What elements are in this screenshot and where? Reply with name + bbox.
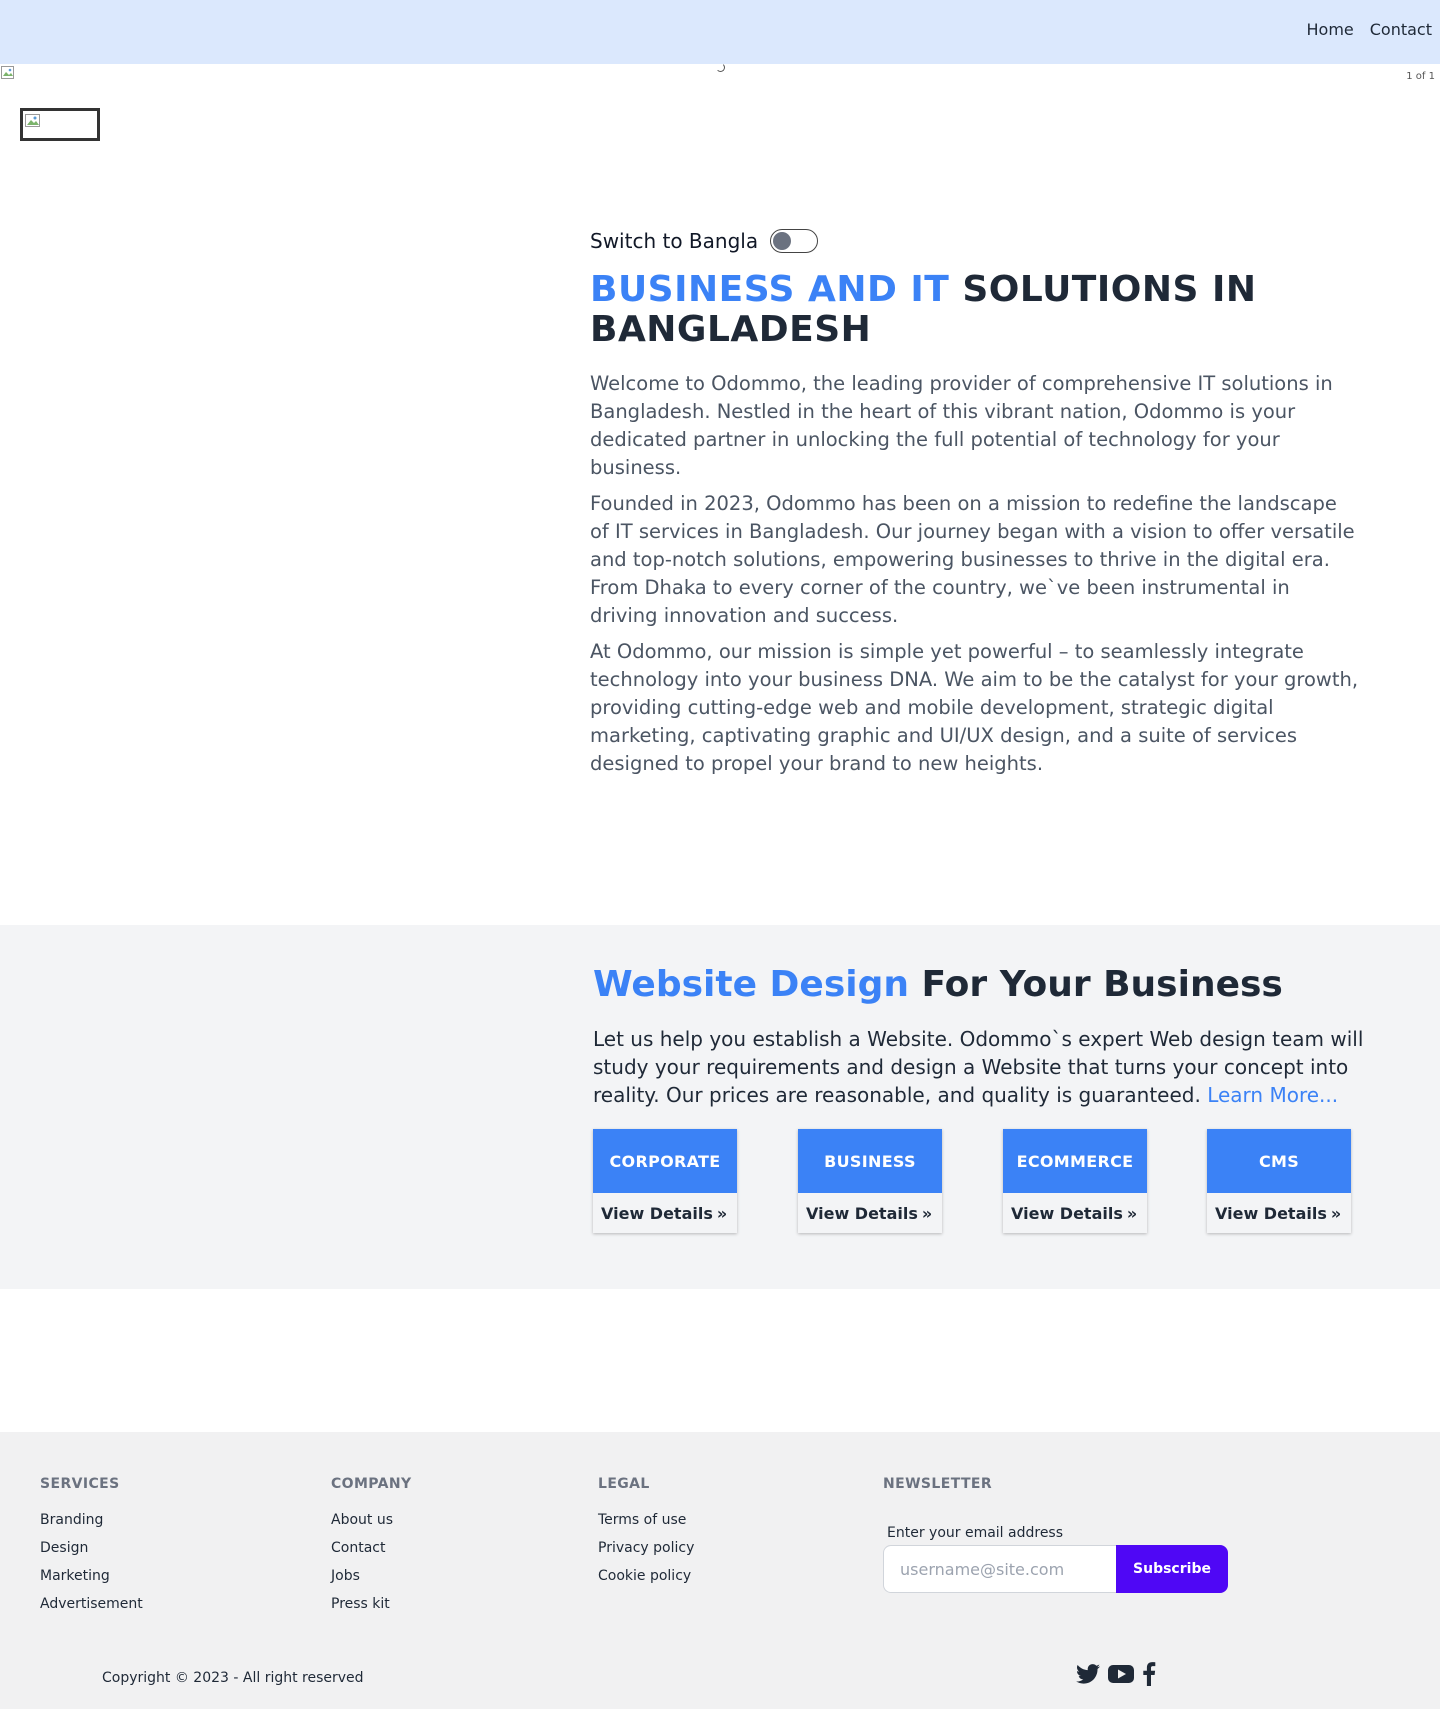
- footer-link-privacy[interactable]: Privacy policy: [598, 1538, 694, 1566]
- chevron-right-icon: »: [921, 1203, 933, 1223]
- hero-paragraph: Welcome to Odommo, the leading provider …: [590, 372, 1333, 479]
- nav-home-link[interactable]: Home: [1307, 20, 1354, 39]
- website-design-section: Website Design For Your Business Let us …: [0, 925, 1440, 1289]
- language-switch-row: Switch to Bangla: [590, 226, 1360, 256]
- twitter-icon[interactable]: [1076, 1664, 1100, 1688]
- learn-more-link[interactable]: Learn More...: [1207, 1083, 1338, 1107]
- footer-link-cookie[interactable]: Cookie policy: [598, 1566, 694, 1594]
- package-card-title: BUSINESS: [798, 1129, 942, 1193]
- facebook-icon[interactable]: [1142, 1662, 1156, 1690]
- broken-image-icon: [25, 113, 41, 127]
- view-details-label: View Details: [806, 1203, 918, 1223]
- hero-title-accent: BUSINESS AND IT: [590, 269, 950, 310]
- package-card-cms[interactable]: CMS View Details»: [1207, 1129, 1351, 1233]
- footer-link-about[interactable]: About us: [331, 1510, 412, 1538]
- footer-company-column: COMPANY About us Contact Jobs Press kit: [331, 1476, 412, 1622]
- footer-link-contact[interactable]: Contact: [331, 1538, 412, 1566]
- loading-spinner-icon: [716, 63, 725, 72]
- package-card-ecommerce[interactable]: ECOMMERCE View Details»: [1003, 1129, 1147, 1233]
- package-card-business[interactable]: BUSINESS View Details»: [798, 1129, 942, 1233]
- website-design-title: Website Design For Your Business: [593, 963, 1383, 1007]
- package-card-title: ECOMMERCE: [1003, 1129, 1147, 1193]
- slide-counter: 1 of 1: [1406, 71, 1435, 82]
- broken-image-icon: [1, 65, 15, 79]
- footer-heading: COMPANY: [331, 1476, 412, 1492]
- footer-newsletter-column: NEWSLETTER: [883, 1476, 992, 1492]
- footer-heading: NEWSLETTER: [883, 1476, 993, 1492]
- footer-link-branding[interactable]: Branding: [40, 1510, 143, 1538]
- view-details-label: View Details: [1011, 1203, 1123, 1223]
- youtube-icon[interactable]: [1108, 1664, 1134, 1688]
- website-design-description: Let us help you establish a Website. Odo…: [593, 1025, 1383, 1109]
- chevron-right-icon: »: [1126, 1203, 1138, 1223]
- nav-links: Home Contact: [1307, 20, 1433, 39]
- footer: SERVICES Branding Design Marketing Adver…: [0, 1432, 1440, 1709]
- website-design-content: Website Design For Your Business Let us …: [593, 963, 1383, 1109]
- hero-title: BUSINESS AND IT SOLUTIONS IN BANGLADESH: [590, 270, 1360, 350]
- language-toggle[interactable]: [770, 229, 819, 253]
- hero-paragraph: At Odommo, our mission is simple yet pow…: [590, 640, 1359, 775]
- view-details-link[interactable]: View Details»: [1207, 1193, 1351, 1233]
- footer-heading: SERVICES: [40, 1476, 120, 1492]
- footer-link-terms[interactable]: Terms of use: [598, 1510, 694, 1538]
- footer-legal-column: LEGAL Terms of use Privacy policy Cookie…: [598, 1476, 694, 1594]
- package-card-corporate[interactable]: CORPORATE View Details»: [593, 1129, 737, 1233]
- view-details-label: View Details: [1215, 1203, 1327, 1223]
- top-navbar: Home Contact: [0, 0, 1440, 64]
- view-details-link[interactable]: View Details»: [593, 1193, 737, 1233]
- website-design-title-rest: For Your Business: [909, 964, 1283, 1005]
- newsletter-label: Enter your email address: [887, 1525, 1064, 1541]
- footer-link-press-kit[interactable]: Press kit: [331, 1594, 412, 1622]
- logo[interactable]: [20, 108, 100, 141]
- website-design-title-accent: Website Design: [593, 964, 910, 1005]
- copyright-text: Copyright © 2023 - All right reserved: [102, 1670, 364, 1686]
- package-card-title: CORPORATE: [593, 1129, 737, 1193]
- chevron-right-icon: »: [716, 1203, 728, 1223]
- view-details-label: View Details: [601, 1203, 713, 1223]
- newsletter-email-input[interactable]: [883, 1545, 1117, 1593]
- package-card-title: CMS: [1207, 1129, 1351, 1193]
- footer-link-design[interactable]: Design: [40, 1538, 143, 1566]
- hero-section: Switch to Bangla BUSINESS AND IT SOLUTIO…: [590, 226, 1360, 778]
- footer-heading: LEGAL: [598, 1476, 650, 1492]
- hero-paragraph: Founded in 2023, Odommo has been on a mi…: [590, 492, 1355, 627]
- subscribe-button[interactable]: Subscribe: [1116, 1545, 1228, 1593]
- view-details-link[interactable]: View Details»: [1003, 1193, 1147, 1233]
- footer-link-marketing[interactable]: Marketing: [40, 1566, 143, 1594]
- footer-services-column: SERVICES Branding Design Marketing Adver…: [40, 1476, 143, 1622]
- footer-link-jobs[interactable]: Jobs: [331, 1566, 412, 1594]
- language-switch-label: Switch to Bangla: [590, 229, 759, 253]
- social-links: [1076, 1662, 1156, 1690]
- view-details-link[interactable]: View Details»: [798, 1193, 942, 1233]
- footer-link-advertisement[interactable]: Advertisement: [40, 1594, 143, 1622]
- nav-contact-link[interactable]: Contact: [1370, 20, 1432, 39]
- toggle-knob: [773, 232, 792, 250]
- chevron-right-icon: »: [1330, 1203, 1342, 1223]
- package-cards: CORPORATE View Details» BUSINESS View De…: [593, 1129, 1353, 1233]
